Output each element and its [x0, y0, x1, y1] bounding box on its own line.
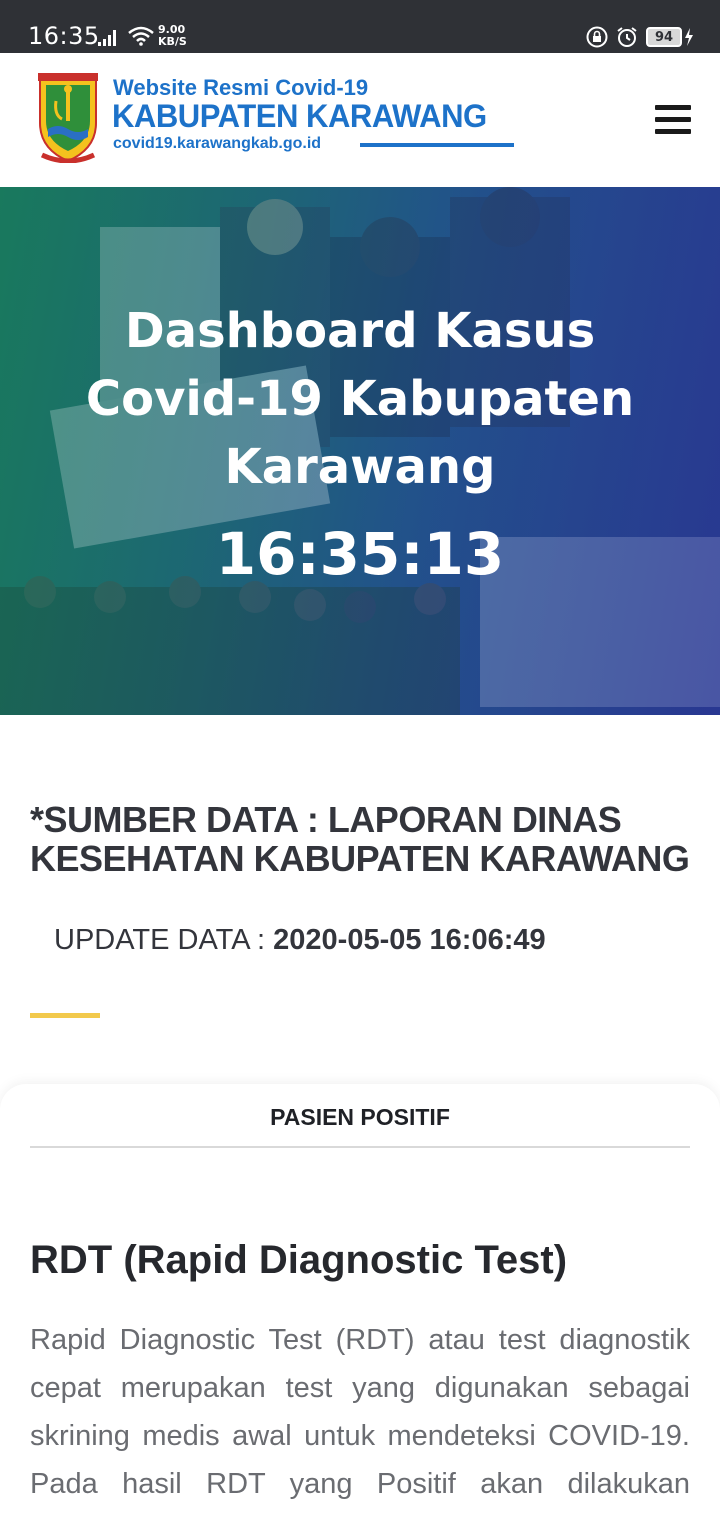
kabupaten-logo[interactable]	[34, 71, 102, 163]
status-time: 16:35	[28, 22, 100, 50]
rdt-heading: RDT (Rapid Diagnostic Test)	[30, 1238, 568, 1282]
site-header: Website Resmi Covid-19 KABUPATEN KARAWAN…	[0, 53, 720, 187]
alarm-icon	[617, 27, 637, 47]
menu-hamburger-icon[interactable]	[655, 105, 691, 135]
update-value: 2020-05-05 16:06:49	[273, 924, 546, 956]
network-speed: 9.00 KB/S	[158, 24, 187, 48]
accent-divider	[30, 1013, 100, 1018]
hero-title: Dashboard Kasus Covid-19 Kabupaten Karaw…	[85, 303, 635, 495]
charging-icon	[685, 28, 693, 46]
lock-icon	[586, 26, 608, 48]
tab-pasien-positif[interactable]: PASIEN POSITIF	[30, 1104, 690, 1148]
brand-underline	[360, 143, 514, 147]
signal-icon	[98, 30, 116, 46]
battery-level: 94	[646, 27, 682, 47]
hero-banner: Dashboard Kasus Covid-19 Kabupaten Karaw…	[0, 187, 720, 715]
network-speed-unit: KB/S	[158, 35, 187, 48]
brand-url[interactable]: covid19.karawangkab.go.id	[113, 135, 321, 153]
hero-clock: 16:35:13	[215, 520, 505, 588]
data-source-text: *SUMBER DATA : LAPORAN DINAS KESEHATAN K…	[30, 799, 690, 879]
battery-icon: 94	[646, 27, 694, 47]
rdt-description: Rapid Diagnostic Test (RDT) atau test di…	[30, 1324, 690, 1520]
wifi-icon	[128, 26, 154, 46]
brand-title-line2: KABUPATEN KARAWANG	[112, 98, 487, 134]
update-info: UPDATE DATA : 2020-05-05 16:06:49	[54, 924, 546, 957]
status-right-icons: 94	[586, 25, 694, 49]
update-label: UPDATE DATA :	[54, 924, 274, 956]
status-bar: 16:35 9.00 KB/S 94	[0, 0, 720, 53]
